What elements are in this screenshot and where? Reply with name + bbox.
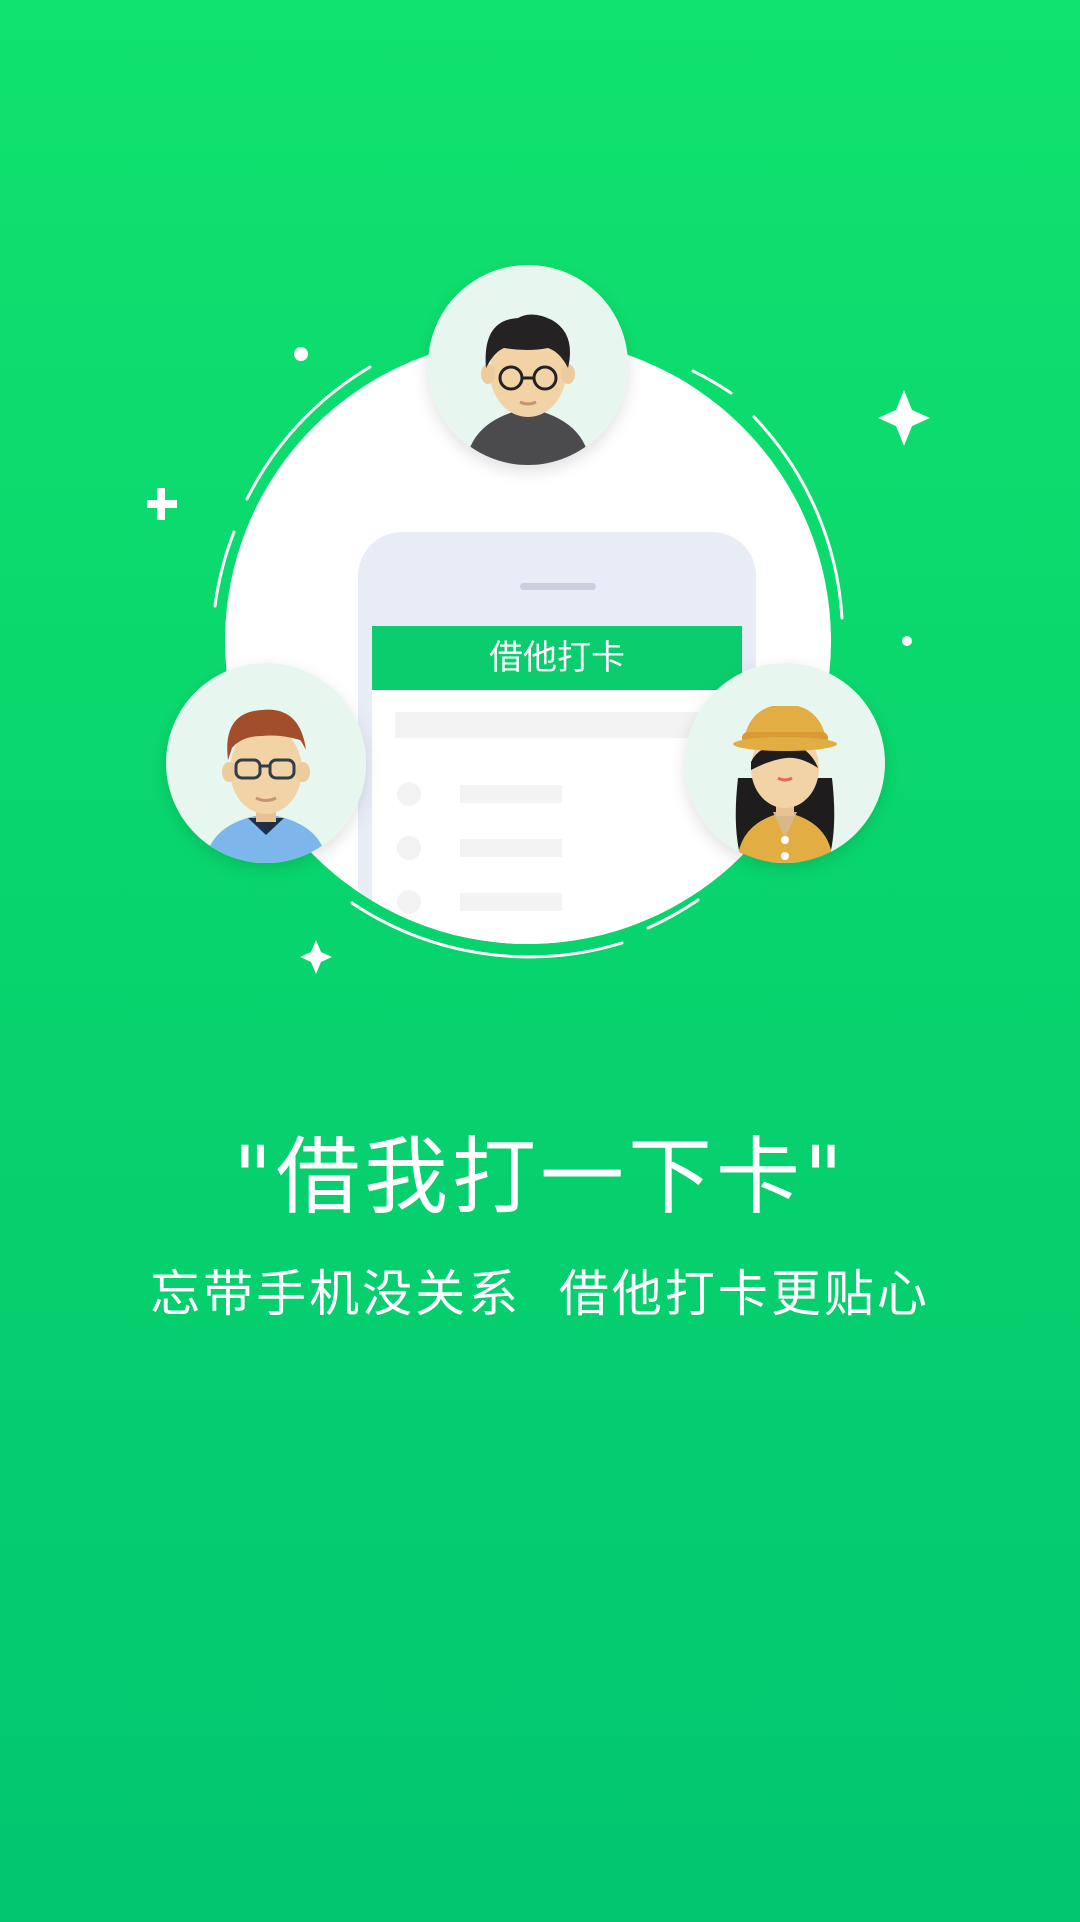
- dot-icon: [902, 636, 912, 646]
- phone-header-title: 借他打卡: [489, 638, 625, 678]
- star-sparkle-icon: [300, 940, 332, 974]
- headline: "借我打一下卡": [233, 1128, 847, 1226]
- star-sparkle-icon: [878, 390, 930, 446]
- man-brown-hair-glasses-avatar: [166, 663, 366, 863]
- plus-icon: [147, 488, 177, 520]
- onboarding-illustration: 借他打卡: [147, 265, 930, 974]
- man-dark-hair-glasses-avatar: [428, 265, 628, 465]
- dot-icon: [294, 347, 308, 361]
- subtitle: 忘带手机没关系 借他打卡更贴心: [150, 1265, 930, 1323]
